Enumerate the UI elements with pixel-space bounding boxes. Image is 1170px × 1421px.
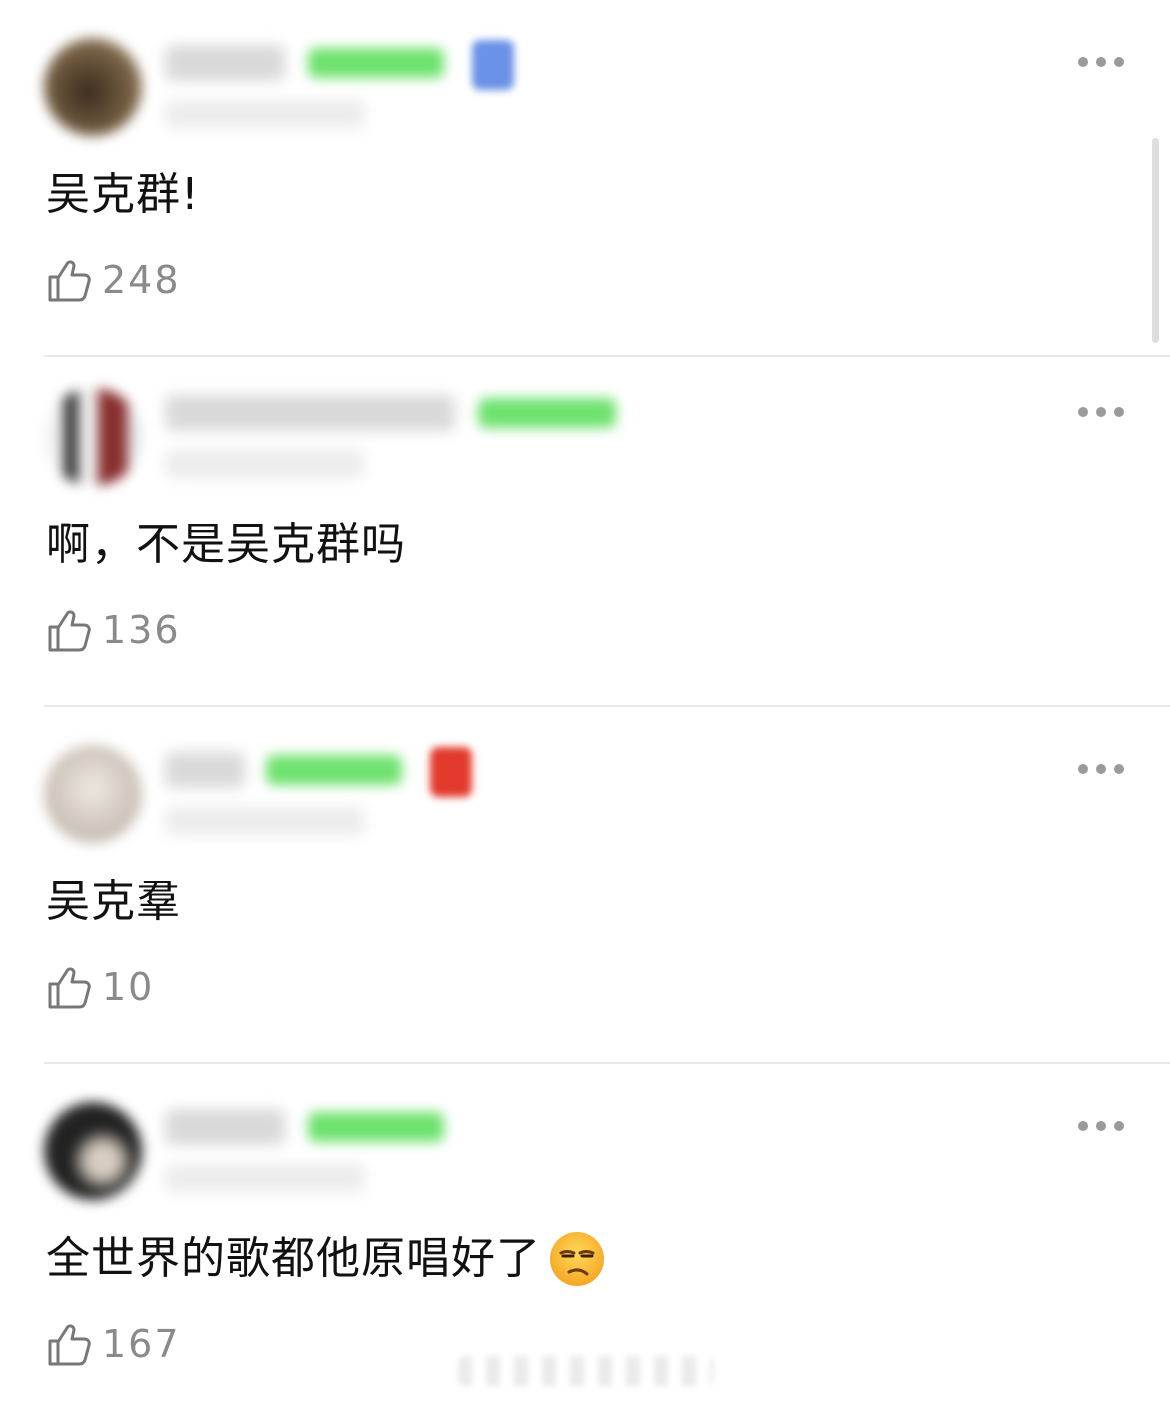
comment-text-body: 全世界的歌都他原唱好了: [46, 1233, 541, 1284]
thumbs-up-icon: [48, 1324, 91, 1366]
thumbs-up-icon: [48, 260, 91, 302]
more-options-icon[interactable]: [1078, 52, 1124, 72]
comment-meta-redacted: [165, 100, 365, 128]
username-redacted[interactable]: [165, 45, 285, 81]
like-count: 136: [102, 608, 181, 652]
comment-item: 啊，不是吴克群吗 136: [0, 350, 1170, 707]
level-badge: [266, 755, 402, 785]
user-badge-icon: [430, 747, 472, 797]
comment-meta-redacted: [165, 807, 365, 835]
level-badge: [308, 1112, 444, 1142]
avatar[interactable]: [44, 38, 142, 136]
comment-item: 吴克羣 10: [0, 707, 1170, 1064]
level-badge: [308, 48, 444, 78]
username-redacted[interactable]: [165, 1109, 285, 1145]
unamused-face-icon: [550, 1232, 604, 1286]
level-badge: [478, 398, 616, 428]
comment-meta-redacted: [165, 1164, 365, 1192]
like-count: 167: [102, 1322, 181, 1366]
avatar[interactable]: [44, 1102, 142, 1200]
more-options-icon[interactable]: [1078, 1116, 1124, 1136]
comment-item: 吴克群! 248: [0, 0, 1170, 357]
avatar[interactable]: [44, 745, 142, 843]
thumbs-up-icon: [48, 967, 91, 1009]
comment-text: 吴克群!: [46, 169, 200, 220]
scrollbar[interactable]: [1152, 138, 1159, 343]
comment-text: 吴克羣: [46, 876, 181, 927]
like-button[interactable]: 136: [46, 602, 181, 658]
username-redacted[interactable]: [165, 752, 245, 788]
comment-text: 啊，不是吴克群吗: [46, 519, 406, 570]
like-button[interactable]: 167: [46, 1316, 181, 1372]
more-options-icon[interactable]: [1078, 402, 1124, 422]
like-count: 10: [102, 965, 155, 1009]
username-redacted[interactable]: [165, 395, 455, 431]
like-button[interactable]: 10: [46, 959, 154, 1015]
thumbs-up-icon: [48, 610, 91, 652]
watermark-redacted: [458, 1356, 714, 1386]
user-badge-icon: [472, 40, 514, 90]
more-options-icon[interactable]: [1078, 759, 1124, 779]
comment-meta-redacted: [165, 450, 365, 478]
avatar[interactable]: [44, 388, 142, 486]
like-button[interactable]: 248: [46, 252, 181, 308]
comment-text: 全世界的歌都他原唱好了: [46, 1229, 605, 1289]
like-count: 248: [102, 258, 181, 302]
